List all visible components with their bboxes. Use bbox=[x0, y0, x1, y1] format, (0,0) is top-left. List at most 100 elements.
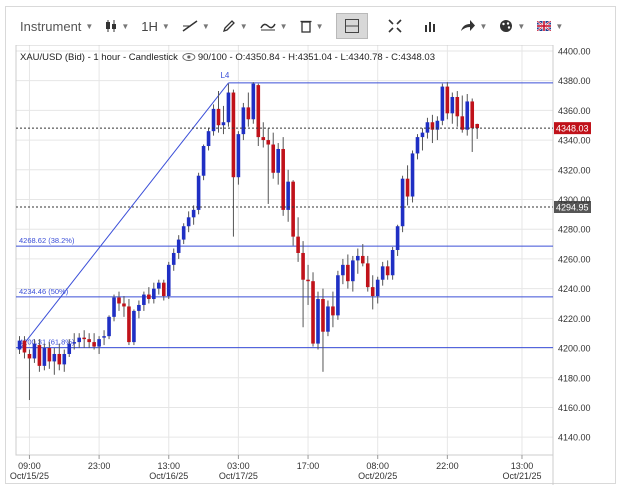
candle-body[interactable] bbox=[291, 181, 295, 237]
candle-body[interactable] bbox=[236, 134, 241, 178]
candle-body[interactable] bbox=[27, 353, 32, 359]
candle-body[interactable] bbox=[181, 226, 186, 240]
line-tool-menu[interactable]: ▼ bbox=[182, 13, 210, 39]
candle-body[interactable] bbox=[176, 239, 181, 253]
interval-menu[interactable]: 1H ▼ bbox=[141, 13, 170, 39]
candle-body[interactable] bbox=[206, 131, 211, 147]
language-menu[interactable]: ▼ bbox=[537, 13, 563, 39]
candle-body[interactable] bbox=[47, 348, 52, 362]
candle-body[interactable] bbox=[261, 137, 266, 141]
candlestick-chart[interactable]: L4 4268.62 (38.2%) 4234.46 (50%) 4200.31 (6… bbox=[6, 45, 617, 485]
instrument-menu[interactable]: Instrument ▼ bbox=[20, 13, 93, 39]
chart-area[interactable]: L4 4268.62 (38.2%) 4234.46 (50%) 4200.31 (6… bbox=[6, 45, 617, 485]
candle-body[interactable] bbox=[336, 275, 340, 316]
candle-body[interactable] bbox=[117, 297, 121, 304]
candle-body[interactable] bbox=[276, 148, 280, 173]
candle-body[interactable] bbox=[331, 306, 335, 316]
draw-tool-menu[interactable]: ▼ bbox=[222, 13, 248, 39]
candle-body[interactable] bbox=[226, 92, 231, 123]
candle-body[interactable] bbox=[231, 92, 236, 178]
candle-body[interactable] bbox=[191, 209, 196, 218]
candle-body[interactable] bbox=[316, 299, 320, 344]
candle-body[interactable] bbox=[157, 282, 161, 289]
candle-body[interactable] bbox=[92, 342, 96, 347]
candle-body[interactable] bbox=[450, 96, 455, 114]
chart-type-menu[interactable]: ▼ bbox=[105, 13, 129, 39]
candle-body[interactable] bbox=[137, 304, 141, 311]
volume-button[interactable] bbox=[424, 13, 438, 39]
candle-body[interactable] bbox=[351, 260, 355, 282]
candle-body[interactable] bbox=[400, 178, 405, 227]
candle-body[interactable] bbox=[380, 266, 385, 280]
candle-body[interactable] bbox=[425, 122, 430, 133]
candle-body[interactable] bbox=[251, 83, 256, 120]
candle-body[interactable] bbox=[186, 217, 191, 227]
candle-body[interactable] bbox=[97, 339, 101, 347]
candle-body[interactable] bbox=[286, 181, 290, 210]
candle-body[interactable] bbox=[256, 85, 261, 138]
candle-body[interactable] bbox=[87, 339, 91, 343]
candle-body[interactable] bbox=[112, 297, 116, 317]
candle-body[interactable] bbox=[37, 345, 42, 366]
candle-body[interactable] bbox=[241, 107, 246, 135]
candle-body[interactable] bbox=[161, 282, 166, 297]
candle-body[interactable] bbox=[365, 263, 370, 288]
candle-body[interactable] bbox=[410, 153, 415, 197]
candle-body[interactable] bbox=[346, 264, 350, 282]
candle-body[interactable] bbox=[152, 288, 156, 300]
candle-body[interactable] bbox=[122, 303, 126, 307]
share-menu[interactable]: ▼ bbox=[460, 13, 487, 39]
settings-menu[interactable]: ▼ bbox=[499, 13, 525, 39]
candle-body[interactable] bbox=[171, 252, 176, 265]
candle-body[interactable] bbox=[102, 336, 106, 338]
candle-body[interactable] bbox=[72, 342, 77, 344]
candle-body[interactable] bbox=[201, 146, 206, 176]
candle-body[interactable] bbox=[107, 316, 111, 337]
candle-body[interactable] bbox=[356, 255, 360, 261]
candle-body[interactable] bbox=[405, 178, 410, 197]
candle-body[interactable] bbox=[385, 266, 390, 276]
candle-body[interactable] bbox=[375, 279, 380, 297]
candle-body[interactable] bbox=[415, 137, 420, 154]
candle-body[interactable] bbox=[341, 264, 345, 276]
crosshair-toggle[interactable] bbox=[335, 13, 368, 39]
candle-body[interactable] bbox=[311, 281, 315, 344]
candle-body[interactable] bbox=[196, 175, 201, 210]
candle-body[interactable] bbox=[142, 294, 146, 305]
candle-body[interactable] bbox=[360, 255, 365, 264]
candle-body[interactable] bbox=[440, 86, 445, 121]
candle-body[interactable] bbox=[475, 123, 479, 129]
eye-icon[interactable] bbox=[182, 53, 196, 61]
candle-body[interactable] bbox=[301, 252, 305, 280]
candle-body[interactable] bbox=[266, 140, 271, 145]
candle-body[interactable] bbox=[17, 340, 22, 350]
candle-body[interactable] bbox=[420, 132, 425, 138]
candle-body[interactable] bbox=[52, 353, 57, 362]
candle-body[interactable] bbox=[246, 107, 251, 120]
candle-body[interactable] bbox=[32, 343, 37, 359]
candle-body[interactable] bbox=[445, 86, 450, 114]
candle-body[interactable] bbox=[67, 343, 72, 354]
candle-body[interactable] bbox=[62, 353, 67, 365]
candle-body[interactable] bbox=[455, 96, 460, 117]
candle-body[interactable] bbox=[395, 226, 400, 250]
candle-body[interactable] bbox=[470, 101, 475, 129]
candle-body[interactable] bbox=[465, 101, 470, 130]
candle-body[interactable] bbox=[216, 108, 221, 126]
candle-body[interactable] bbox=[22, 340, 27, 353]
indicator-menu[interactable]: ▼ bbox=[259, 13, 288, 39]
candle-body[interactable] bbox=[281, 148, 285, 210]
candle-body[interactable] bbox=[306, 279, 310, 282]
candle-body[interactable] bbox=[326, 306, 330, 332]
candle-body[interactable] bbox=[147, 294, 151, 300]
candle-body[interactable] bbox=[166, 264, 171, 297]
candle-body[interactable] bbox=[271, 144, 276, 173]
candle-body[interactable] bbox=[390, 250, 395, 276]
candle-body[interactable] bbox=[221, 122, 226, 126]
fullscreen-button[interactable] bbox=[387, 13, 402, 39]
delete-menu[interactable]: ▼ bbox=[300, 13, 324, 39]
candle-body[interactable] bbox=[132, 310, 136, 343]
candle-body[interactable] bbox=[42, 348, 47, 366]
candle-body[interactable] bbox=[321, 299, 325, 332]
candle-body[interactable] bbox=[127, 306, 131, 343]
